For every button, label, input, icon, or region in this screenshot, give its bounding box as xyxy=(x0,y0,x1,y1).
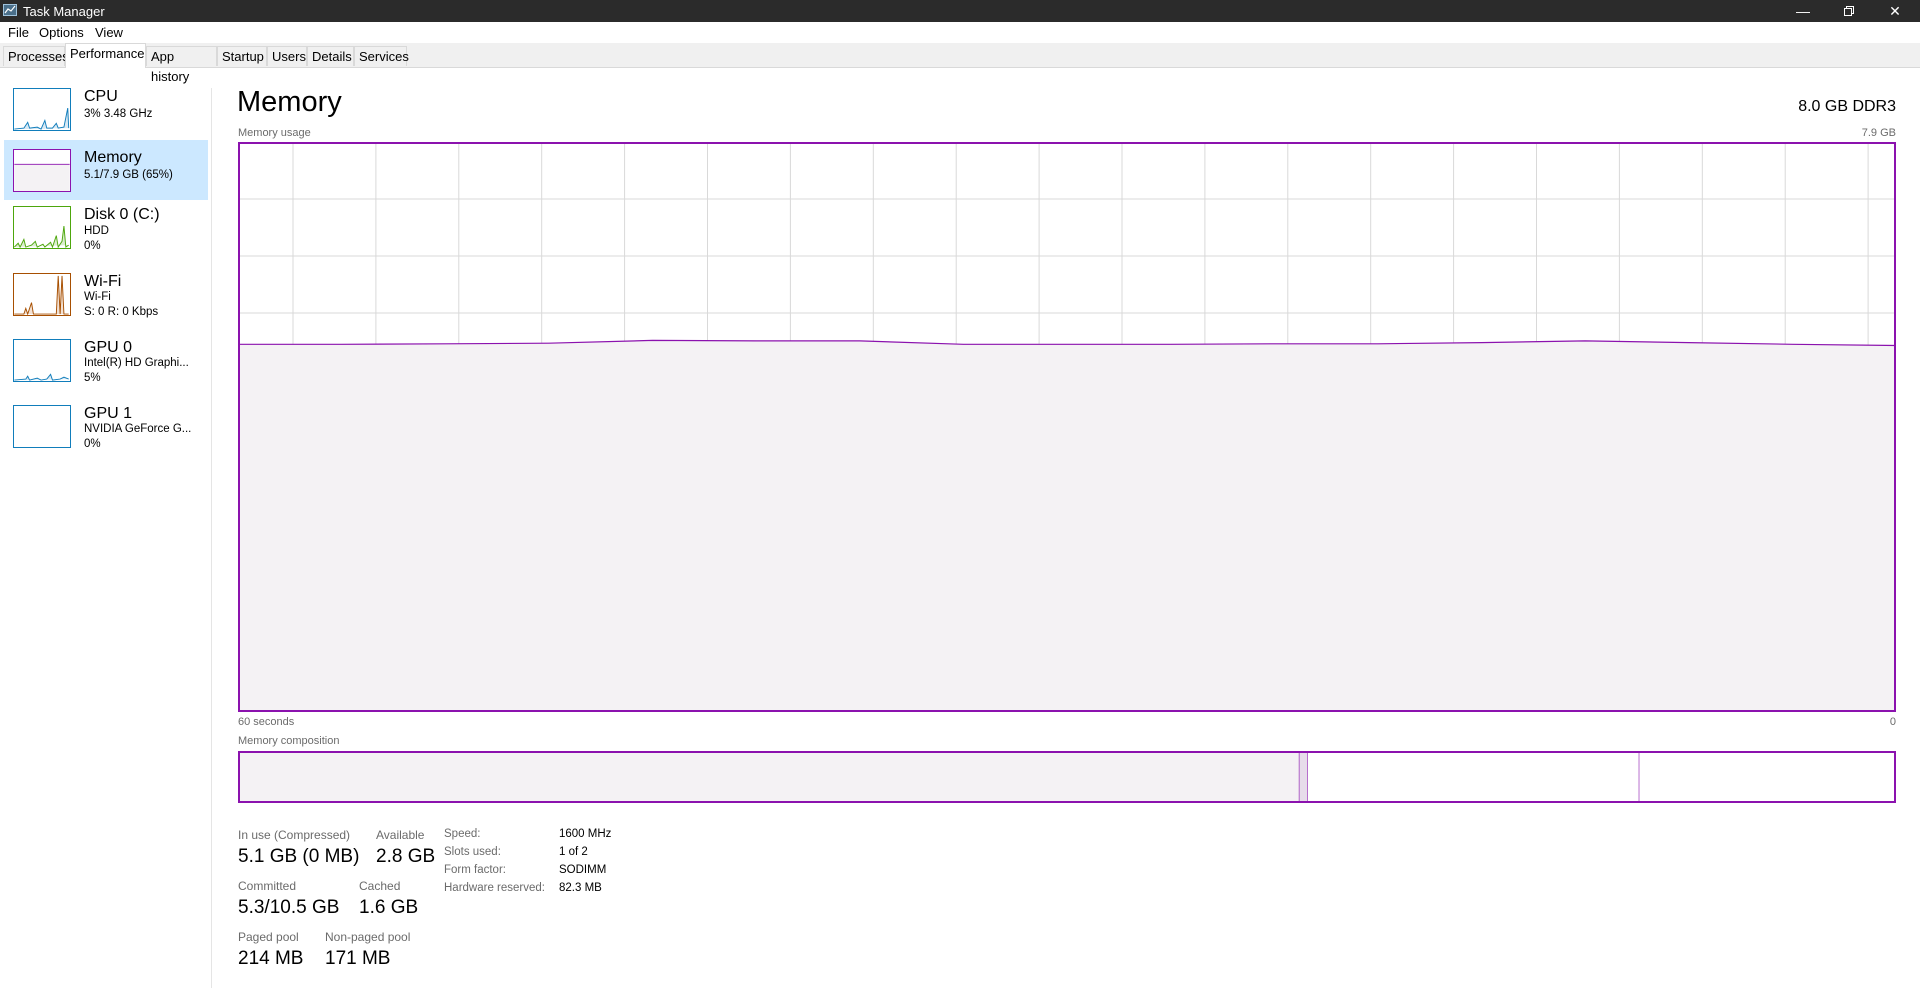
composition-in-use xyxy=(238,751,1300,803)
sidebar-item-name: Wi-Fi xyxy=(84,273,122,290)
memory-usage-area xyxy=(238,340,1896,712)
window-title: Task Manager xyxy=(23,4,105,19)
sidebar-item-detail-2: S: 0 R: 0 Kbps xyxy=(84,306,159,318)
cached-value: 1.6 GB xyxy=(359,897,419,918)
sidebar-item-wifi[interactable]: Wi-Fi Wi-Fi S: 0 R: 0 Kbps xyxy=(4,273,208,333)
tab-bar: Processes Performance App history Startu… xyxy=(0,43,1920,84)
slots-used-value: 1 of 2 xyxy=(559,846,588,858)
restore-icon[interactable] xyxy=(1826,0,1872,22)
sidebar-item-detail: Intel(R) HD Graphi... xyxy=(84,357,189,369)
tab-startup[interactable]: Startup xyxy=(217,46,267,66)
committed-label: Committed xyxy=(238,879,297,893)
time-axis-left-label: 60 seconds xyxy=(238,716,295,728)
sidebar-item-detail: 5.1/7.9 GB (65%) xyxy=(84,169,173,181)
menu-bar: File Options View xyxy=(0,22,1920,42)
sidebar-item-detail: 3% 3.48 GHz xyxy=(84,108,153,120)
sidebar-item-gpu-0[interactable]: GPU 0 Intel(R) HD Graphi... 5% xyxy=(4,339,208,399)
in-use-value: 5.1 GB (0 MB) xyxy=(238,846,360,867)
gpu1-thumbnail-graph xyxy=(13,405,71,448)
sidebar-item-name: Memory xyxy=(84,149,142,166)
memory-composition-bar xyxy=(238,751,1896,803)
task-manager-icon xyxy=(3,4,17,16)
menu-options[interactable]: Options xyxy=(39,25,84,40)
menu-file[interactable]: File xyxy=(8,25,29,40)
non-paged-pool-label: Non-paged pool xyxy=(325,930,411,944)
sidebar-item-memory[interactable]: Memory 5.1/7.9 GB (65%) xyxy=(4,140,208,200)
memory-composition-label: Memory composition xyxy=(238,735,340,747)
minimize-icon[interactable]: — xyxy=(1780,0,1826,22)
tab-performance[interactable]: Performance xyxy=(65,43,146,68)
gpu0-thumbnail-graph xyxy=(13,339,71,382)
title-bar: Task Manager — ✕ xyxy=(0,0,1920,22)
tab-services[interactable]: Services xyxy=(354,46,409,66)
cpu-thumbnail-graph xyxy=(13,88,71,131)
memory-max-label: 7.9 GB xyxy=(1861,127,1896,139)
sidebar-item-name: CPU xyxy=(84,88,118,105)
memory-thumbnail-graph xyxy=(13,149,71,192)
form-factor-label: Form factor: xyxy=(444,864,506,876)
paged-pool-value: 214 MB xyxy=(238,948,304,969)
slots-used-label: Slots used: xyxy=(444,846,501,858)
tab-users[interactable]: Users xyxy=(267,46,307,66)
sidebar-item-name: Disk 0 (C:) xyxy=(84,206,160,223)
in-use-label: In use (Compressed) xyxy=(238,828,351,842)
wifi-thumbnail-graph xyxy=(13,273,71,316)
tab-details[interactable]: Details xyxy=(307,46,354,66)
available-label: Available xyxy=(376,828,425,842)
close-icon[interactable]: ✕ xyxy=(1872,0,1918,22)
speed-value: 1600 MHz xyxy=(559,828,612,840)
speed-label: Speed: xyxy=(444,828,481,840)
non-paged-pool-value: 171 MB xyxy=(325,948,391,969)
hardware-reserved-value: 82.3 MB xyxy=(559,882,602,894)
cached-label: Cached xyxy=(359,879,401,893)
sidebar-item-detail: NVIDIA GeForce G... xyxy=(84,423,192,435)
committed-value: 5.3/10.5 GB xyxy=(238,897,340,918)
disk-thumbnail-graph xyxy=(13,206,71,249)
page-title: Memory xyxy=(237,86,342,118)
sidebar-item-gpu-1[interactable]: GPU 1 NVIDIA GeForce G... 0% xyxy=(4,405,208,465)
memory-usage-label: Memory usage xyxy=(238,127,311,139)
sidebar-item-cpu[interactable]: CPU 3% 3.48 GHz xyxy=(4,88,208,148)
tab-app-history[interactable]: App history xyxy=(146,46,217,84)
sidebar-item-disk-0[interactable]: Disk 0 (C:) HDD 0% xyxy=(4,206,208,266)
memory-spec: 8.0 GB DDR3 xyxy=(1798,98,1896,115)
sidebar-item-name: GPU 0 xyxy=(84,339,133,356)
sidebar: CPU 3% 3.48 GHz Memory 5.1/7.9 GB (65%) … xyxy=(0,88,212,988)
sidebar-item-detail-2: 0% xyxy=(84,438,101,450)
time-axis-right-label: 0 xyxy=(1889,716,1896,728)
hardware-reserved-label: Hardware reserved: xyxy=(444,882,545,894)
memory-usage-chart xyxy=(238,142,1896,712)
sidebar-item-detail: Wi-Fi xyxy=(84,291,111,303)
menu-view[interactable]: View xyxy=(95,25,123,40)
sidebar-item-detail: HDD xyxy=(84,225,109,237)
sidebar-item-detail-2: 0% xyxy=(84,240,101,252)
form-factor-value: SODIMM xyxy=(559,864,607,876)
paged-pool-label: Paged pool xyxy=(238,930,299,944)
available-value: 2.8 GB xyxy=(376,846,436,867)
sidebar-item-name: GPU 1 xyxy=(84,405,133,422)
composition-modified xyxy=(1299,751,1308,803)
sidebar-item-detail-2: 5% xyxy=(84,372,101,384)
tab-processes[interactable]: Processes xyxy=(3,46,69,66)
